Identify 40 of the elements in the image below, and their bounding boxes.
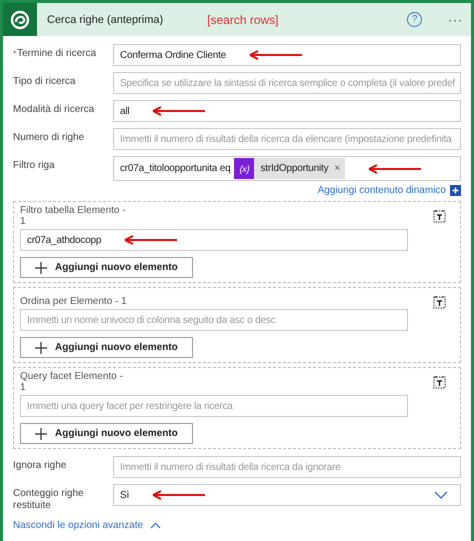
text-mode-icon[interactable]	[433, 209, 446, 223]
field-label: *Termine di ricerca	[13, 47, 98, 60]
annotation-arrow	[123, 235, 180, 245]
text-mode-icon[interactable]	[433, 295, 446, 309]
more-options-button[interactable]: ···	[448, 12, 463, 26]
logo-icon	[10, 10, 30, 30]
field-label: Conteggio righe restituite	[13, 487, 85, 512]
chevron-down-icon	[434, 491, 448, 499]
plus-square-icon[interactable]	[450, 185, 461, 196]
input-field[interactable]: Conferma Ordine Cliente	[113, 44, 461, 66]
annotation-arrow	[151, 490, 208, 500]
annotation-text: [search rows]	[207, 12, 279, 26]
field-label: Modalità di ricerca	[13, 103, 96, 116]
input-field[interactable]: cr07a_athdocopp	[20, 229, 408, 251]
text-mode-icon[interactable]	[433, 375, 446, 389]
add-item-button[interactable]: Aggiungi nuovo elemento	[20, 257, 193, 278]
field-label: Tipo di ricerca	[13, 75, 76, 88]
dynamic-token[interactable]: {x} strIdOpportunity ×	[234, 158, 346, 179]
annotation-arrow	[367, 164, 424, 174]
annotation-arrow	[248, 50, 304, 60]
add-dynamic-content-link[interactable]: Aggiungi contenuto dinamico	[318, 185, 446, 196]
plus-icon	[35, 262, 47, 274]
group-title: Ordina per Elemento - 1	[20, 296, 127, 307]
field-label: Filtro riga	[13, 159, 56, 172]
advanced-options-link[interactable]: Nascondi le opzioni avanzate	[13, 520, 144, 531]
field-label: Numero di righe	[13, 131, 86, 144]
plus-icon	[35, 428, 47, 440]
dropdown[interactable]: Sì	[113, 484, 461, 506]
plus-icon	[35, 342, 47, 354]
input-field[interactable]: all	[113, 100, 461, 122]
group-title: Query facet Elemento - 1	[20, 371, 124, 393]
add-item-button[interactable]: Aggiungi nuovo elemento	[20, 423, 193, 444]
chevron-up-icon[interactable]	[150, 522, 162, 529]
card-title: Cerca righe (anteprima)	[47, 14, 164, 26]
annotation-arrow	[151, 106, 208, 116]
field-label: Ignora righe	[13, 459, 68, 472]
input-field[interactable]: cr07a_titoloopportunita eq {x} strIdOpportunity ×	[113, 156, 461, 181]
add-item-button[interactable]: Aggiungi nuovo elemento	[20, 337, 193, 358]
help-icon[interactable]: ?	[407, 12, 422, 27]
group-title: Filtro tabella Elemento - 1	[20, 205, 127, 227]
